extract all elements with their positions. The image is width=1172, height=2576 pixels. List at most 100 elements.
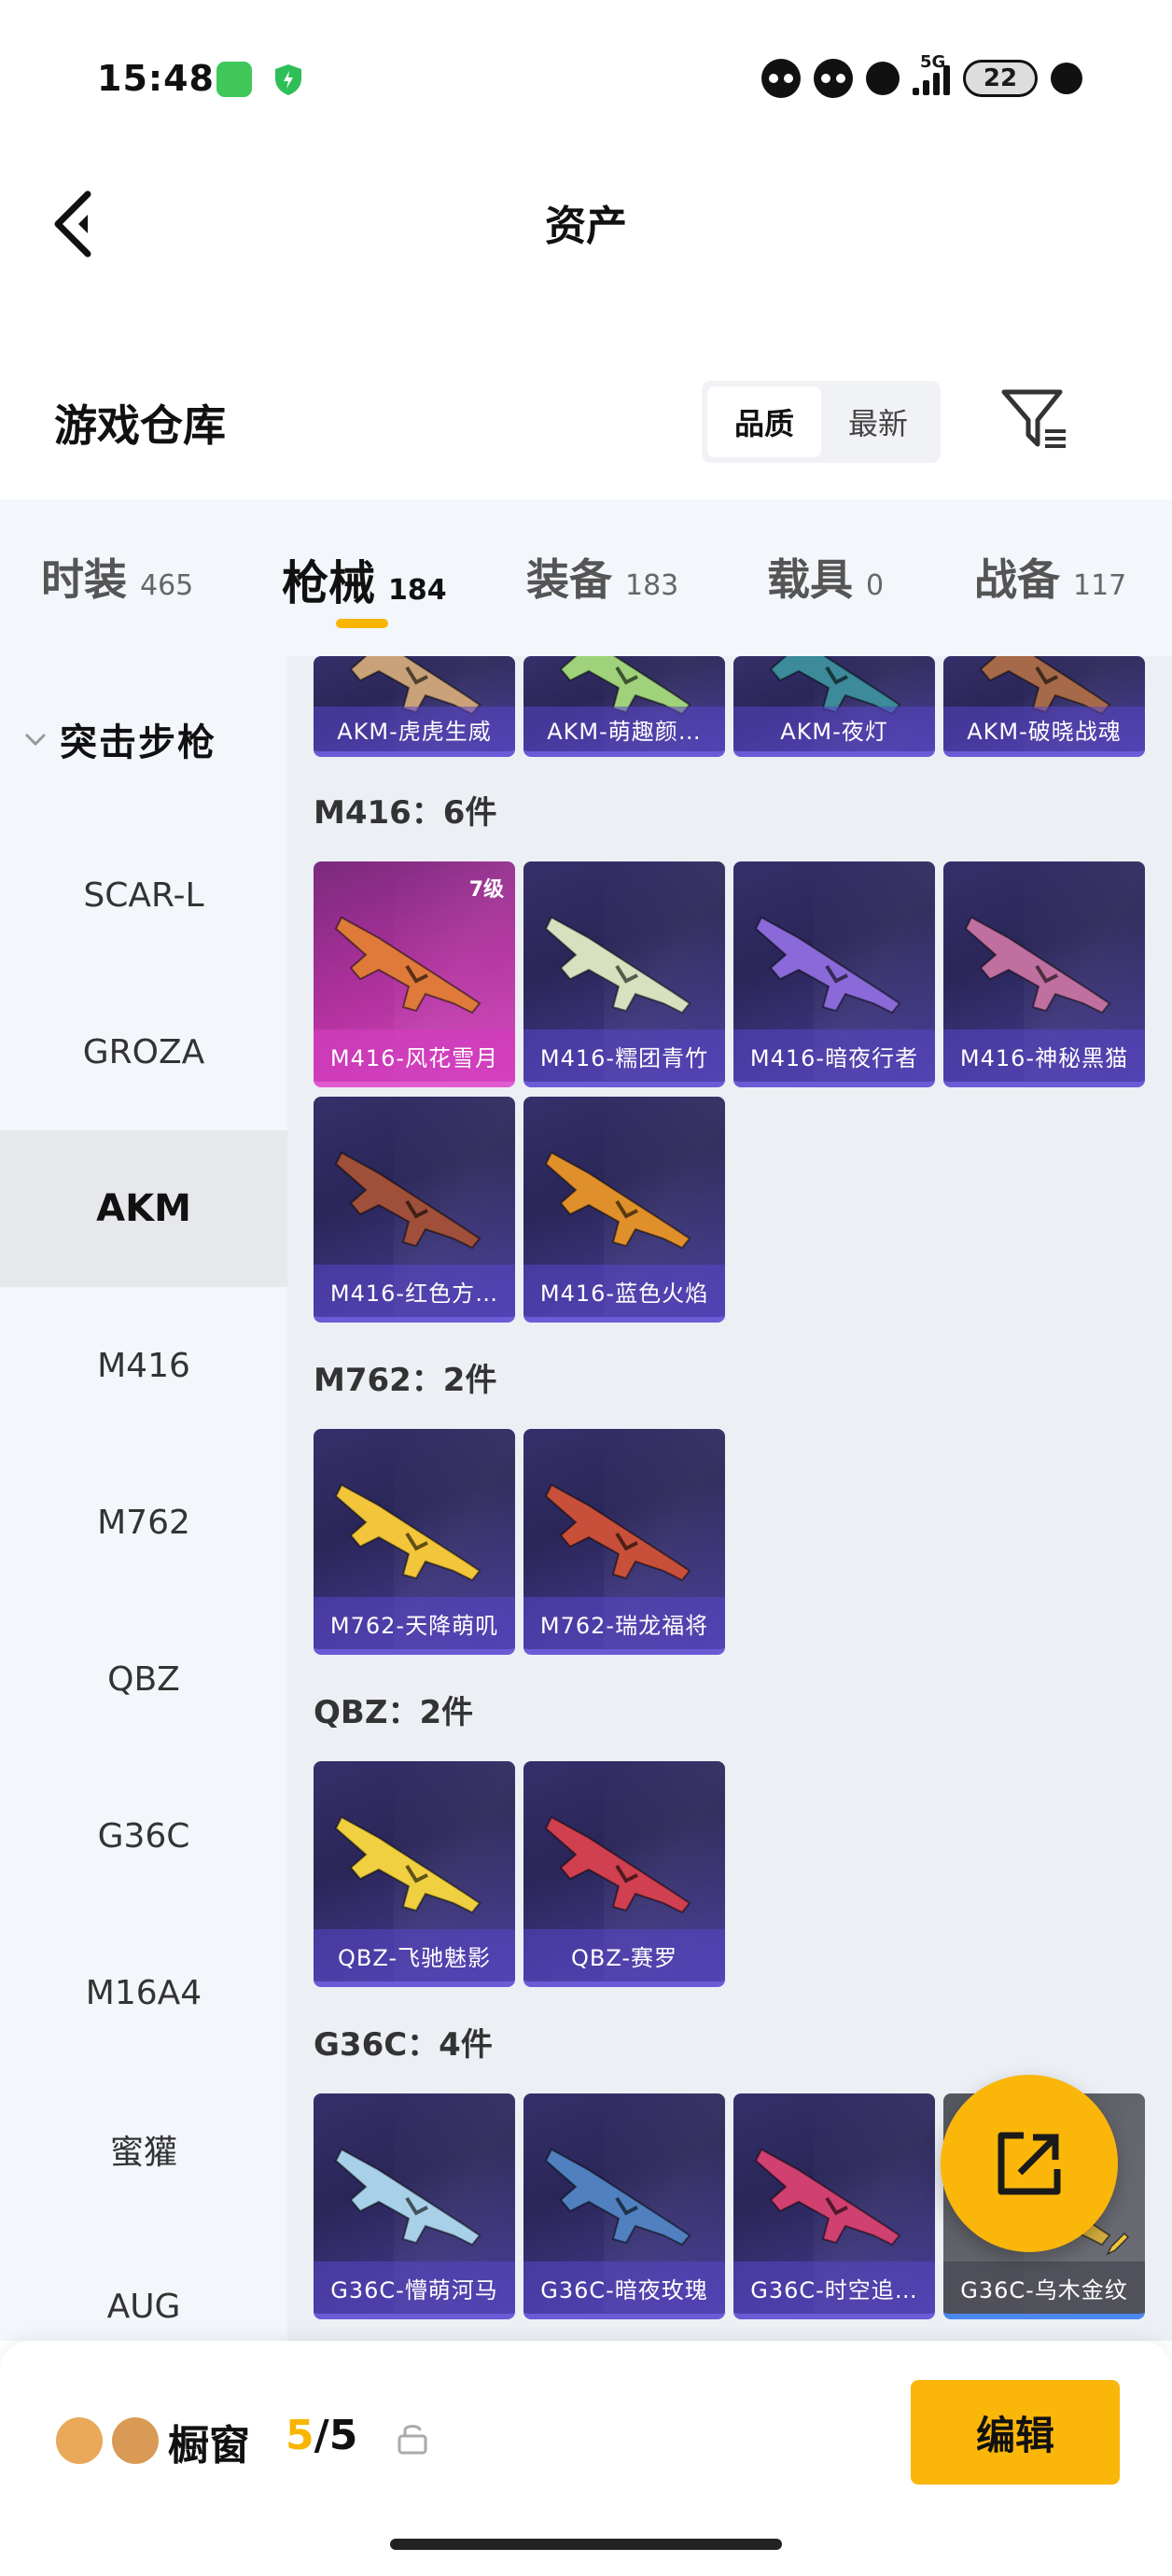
- sidebar-category[interactable]: 突击步枪: [21, 712, 216, 766]
- tab-count: 117: [1073, 569, 1127, 602]
- weapon-sidebar: 突击步枪 SCAR-L GROZA AKM M416 M762 QBZ G36C…: [0, 656, 287, 2341]
- sort-newest-option[interactable]: 最新: [821, 386, 935, 457]
- skin-card[interactable]: M416-暗夜行者: [733, 861, 935, 1087]
- skin-card[interactable]: AKM-萌趣颜…: [523, 656, 725, 757]
- rifle-icon: [544, 1483, 691, 1582]
- tab-count: 184: [388, 574, 447, 607]
- skin-name: QBZ-赛罗: [523, 1929, 725, 1981]
- sidebar-item-aug[interactable]: AUG: [0, 2228, 287, 2341]
- skin-card[interactable]: M416-糯团青竹: [523, 861, 725, 1087]
- skin-card[interactable]: G36C-时空追…: [733, 2093, 935, 2319]
- skin-card[interactable]: QBZ-飞驰魅影: [314, 1761, 515, 1987]
- sidebar-item-honey-badger[interactable]: 蜜獾: [0, 2071, 287, 2228]
- tab-preparation[interactable]: 战备 117: [974, 546, 1126, 608]
- active-tab-indicator: [336, 619, 388, 628]
- page-title: 资产: [545, 203, 627, 250]
- panda-icon: [761, 59, 801, 98]
- skin-card[interactable]: AKM-破晓战魂: [943, 656, 1145, 757]
- sidebar-item-scar-l[interactable]: SCAR-L: [0, 817, 287, 973]
- skin-card[interactable]: QBZ-赛罗: [523, 1761, 725, 1987]
- sidebar-item-g36c[interactable]: G36C: [0, 1757, 287, 1914]
- sidebar-item-m416[interactable]: M416: [0, 1287, 287, 1444]
- tab-equipment[interactable]: 装备 183: [526, 546, 678, 608]
- group-label: M416：6件: [314, 794, 497, 832]
- skin-card[interactable]: M762-瑞龙福将: [523, 1429, 725, 1655]
- sidebar-item-m16a4[interactable]: M16A4: [0, 1914, 287, 2071]
- skin-name: M416-红色方…: [314, 1265, 515, 1317]
- sidebar-category-label: 突击步枪: [60, 721, 216, 764]
- showcase-bar: 橱窗 5/5 编辑: [0, 2341, 1172, 2576]
- group-label: G36C：4件: [314, 2026, 493, 2064]
- skin-card[interactable]: AKM-夜灯: [733, 656, 935, 757]
- rifle-icon: [544, 2148, 691, 2247]
- showcase-label: 橱窗: [168, 2422, 250, 2470]
- tab-count: 183: [625, 569, 679, 602]
- skin-card[interactable]: M416-神秘黑猫: [943, 861, 1145, 1087]
- skin-level: 7级: [468, 878, 504, 902]
- rifle-icon: [544, 1151, 691, 1250]
- tab-label: 装备: [526, 554, 612, 605]
- showcase-count: 5/5: [286, 2412, 357, 2459]
- skin-name: G36C-暗夜玫瑰: [523, 2261, 725, 2314]
- tab-label: 枪械: [282, 556, 375, 610]
- rifle-icon: [754, 2148, 901, 2247]
- filter-icon: [1001, 389, 1066, 448]
- showcase-avatar-2: [112, 2417, 159, 2464]
- sidebar-item-qbz[interactable]: QBZ: [0, 1601, 287, 1757]
- rifle-icon: [964, 916, 1111, 1015]
- home-indicator: [390, 2539, 782, 2550]
- battery-icon: 22: [963, 60, 1038, 97]
- sort-toggle: 品质 最新: [702, 381, 941, 463]
- skin-card[interactable]: G36C-暗夜玫瑰: [523, 2093, 725, 2319]
- edit-button[interactable]: 编辑: [911, 2380, 1120, 2485]
- skin-card[interactable]: M416-蓝色火焰: [523, 1097, 725, 1323]
- skin-name: M416-风花雪月: [314, 1029, 515, 1082]
- skin-name: M416-蓝色火焰: [523, 1265, 725, 1317]
- skin-name: M762-天降萌叽: [314, 1597, 515, 1649]
- skin-name: AKM-夜灯: [733, 707, 935, 751]
- status-icons: 5G 22: [761, 52, 1082, 105]
- tab-label: 时装: [41, 554, 127, 605]
- filter-button[interactable]: [998, 383, 1069, 454]
- skin-card[interactable]: M416-红色方…: [314, 1097, 515, 1323]
- tab-vehicles[interactable]: 载具 0: [767, 546, 884, 608]
- category-tabs: 时装 465 枪械 184 装备 183 载具 0 战备 117: [0, 499, 1172, 656]
- rifle-icon: [334, 1815, 481, 1914]
- skin-card[interactable]: AKM-虎虎生威: [314, 656, 515, 757]
- skin-name: AKM-破晓战魂: [943, 707, 1145, 751]
- rifle-icon: [334, 916, 481, 1015]
- message-app-icon: [216, 62, 252, 97]
- skin-name: AKM-萌趣颜…: [523, 707, 725, 751]
- paw-icon: [866, 62, 900, 95]
- tab-firearms[interactable]: 枪械 184: [282, 546, 447, 613]
- rifle-icon: [754, 916, 901, 1015]
- sidebar-item-m762[interactable]: M762: [0, 1444, 287, 1601]
- showcase-avatar-1: [56, 2417, 103, 2464]
- share-export-icon: [998, 2132, 1061, 2195]
- tab-label: 载具: [767, 554, 853, 605]
- status-bar: 15:48 5G 22: [0, 0, 1172, 159]
- skin-name: M416-神秘黑猫: [943, 1029, 1145, 1082]
- showcase-total: /5: [314, 2412, 358, 2459]
- sidebar-item-akm[interactable]: AKM: [0, 1130, 287, 1287]
- signal-icon: 5G: [913, 52, 950, 95]
- bird-icon: [1051, 63, 1082, 94]
- skin-card[interactable]: G36C-懵萌河马: [314, 2093, 515, 2319]
- tab-count: 0: [866, 569, 885, 602]
- group-label: M762：2件: [314, 1362, 497, 1399]
- chevron-down-icon: [24, 733, 47, 747]
- sidebar-item-groza[interactable]: GROZA: [0, 973, 287, 1130]
- rifle-icon: [334, 1483, 481, 1582]
- tab-fashion[interactable]: 时装 465: [41, 546, 193, 608]
- skin-name: QBZ-飞驰魅影: [314, 1929, 515, 1981]
- skin-card[interactable]: M762-天降萌叽: [314, 1429, 515, 1655]
- share-button[interactable]: [941, 2075, 1118, 2252]
- lock-icon: [398, 2425, 427, 2455]
- skin-card[interactable]: 7级 M416-风花雪月: [314, 861, 515, 1087]
- battery-level: 22: [983, 64, 1018, 92]
- sort-quality-option[interactable]: 品质: [707, 386, 821, 457]
- shield-app-icon: [271, 62, 306, 97]
- rifle-icon: [334, 2148, 481, 2247]
- bear-icon: [814, 59, 853, 98]
- skin-name: G36C-时空追…: [733, 2261, 935, 2314]
